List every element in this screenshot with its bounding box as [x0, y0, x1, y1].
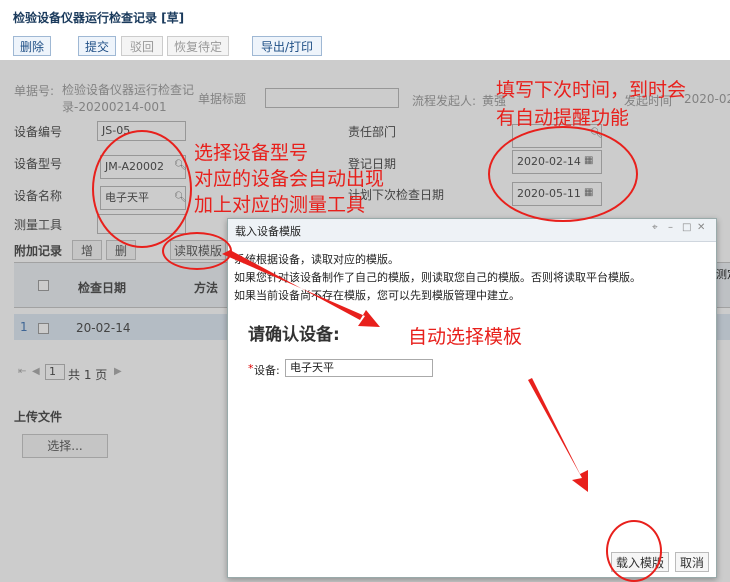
arrow-to-dialog	[222, 250, 380, 327]
annotation-arrows	[222, 250, 588, 492]
arrow-to-load-button	[528, 378, 588, 492]
